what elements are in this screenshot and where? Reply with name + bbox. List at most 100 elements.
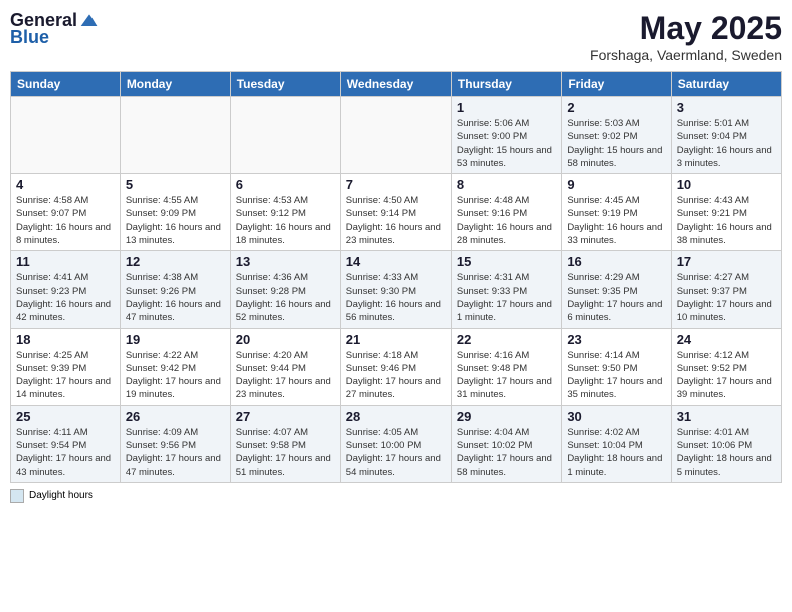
day-number: 8 — [457, 177, 556, 192]
day-number: 3 — [677, 100, 776, 115]
day-number: 2 — [567, 100, 665, 115]
day-number: 9 — [567, 177, 665, 192]
day-number: 10 — [677, 177, 776, 192]
calendar-cell: 14Sunrise: 4:33 AM Sunset: 9:30 PM Dayli… — [340, 251, 451, 328]
day-number: 6 — [236, 177, 335, 192]
day-info: Sunrise: 4:48 AM Sunset: 9:16 PM Dayligh… — [457, 194, 556, 247]
day-info: Sunrise: 4:07 AM Sunset: 9:58 PM Dayligh… — [236, 426, 335, 479]
day-info: Sunrise: 4:16 AM Sunset: 9:48 PM Dayligh… — [457, 349, 556, 402]
calendar-cell: 23 Sunrise: 4:14 AM Sunset: 9:50 PM Dayli… — [562, 328, 671, 405]
day-info: Sunrise: 4:55 AM Sunset: 9:09 PM Dayligh… — [126, 194, 225, 247]
calendar-cell: 10 Sunrise: 4:43 AM Sunset: 9:21 PM Dayli… — [671, 174, 781, 251]
col-header-thursday: Thursday — [451, 72, 561, 97]
day-number: 29 — [457, 409, 556, 424]
day-number: 31 — [677, 409, 776, 424]
calendar-cell — [120, 97, 230, 174]
day-number: 12 — [126, 254, 225, 269]
calendar: SundayMondayTuesdayWednesdayThursdayFrid… — [10, 71, 782, 483]
calendar-cell: 31Sunrise: 4:01 AM Sunset: 10:06 PM Dayl… — [671, 405, 781, 482]
subtitle: Forshaga, Vaermland, Sweden — [590, 47, 782, 63]
logo-blue-text: Blue — [10, 27, 99, 48]
calendar-cell: 2 Sunrise: 5:03 AM Sunset: 9:02 PM Daylig… — [562, 97, 671, 174]
day-info: Sunrise: 4:05 AM Sunset: 10:00 PM Daylig… — [346, 426, 446, 479]
day-info: Sunrise: 4:45 AM Sunset: 9:19 PM Dayligh… — [567, 194, 665, 247]
calendar-cell: 21 Sunrise: 4:18 AM Sunset: 9:46 PM Dayli… — [340, 328, 451, 405]
day-number: 5 — [126, 177, 225, 192]
day-info: Sunrise: 4:38 AM Sunset: 9:26 PM Dayligh… — [126, 271, 225, 324]
day-number: 25 — [16, 409, 115, 424]
calendar-cell: 29 Sunrise: 4:04 AM Sunset: 10:02 PM Dayl… — [451, 405, 561, 482]
calendar-cell: 12 Sunrise: 4:38 AM Sunset: 9:26 PM Dayli… — [120, 251, 230, 328]
col-header-saturday: Saturday — [671, 72, 781, 97]
calendar-cell: 11 Sunrise: 4:41 AM Sunset: 9:23 PM Dayli… — [11, 251, 121, 328]
calendar-cell: 7 Sunrise: 4:50 AM Sunset: 9:14 PM Daylig… — [340, 174, 451, 251]
main-title: May 2025 — [590, 10, 782, 47]
day-info: Sunrise: 4:27 AM Sunset: 9:37 PM Dayligh… — [677, 271, 776, 324]
day-info: Sunrise: 4:04 AM Sunset: 10:02 PM Daylig… — [457, 426, 556, 479]
calendar-cell: 17Sunrise: 4:27 AM Sunset: 9:37 PM Dayli… — [671, 251, 781, 328]
day-info: Sunrise: 4:29 AM Sunset: 9:35 PM Dayligh… — [567, 271, 665, 324]
legend-label: Daylight hours — [29, 490, 93, 501]
day-info: Sunrise: 4:12 AM Sunset: 9:52 PM Dayligh… — [677, 349, 776, 402]
day-number: 11 — [16, 254, 115, 269]
legend-color — [10, 489, 24, 503]
calendar-cell: 6 Sunrise: 4:53 AM Sunset: 9:12 PM Daylig… — [230, 174, 340, 251]
col-header-tuesday: Tuesday — [230, 72, 340, 97]
day-number: 13 — [236, 254, 335, 269]
calendar-cell: 22 Sunrise: 4:16 AM Sunset: 9:48 PM Dayli… — [451, 328, 561, 405]
day-number: 23 — [567, 332, 665, 347]
day-info: Sunrise: 4:31 AM Sunset: 9:33 PM Dayligh… — [457, 271, 556, 324]
day-info: Sunrise: 5:03 AM Sunset: 9:02 PM Dayligh… — [567, 117, 665, 170]
day-number: 20 — [236, 332, 335, 347]
calendar-cell: 30 Sunrise: 4:02 AM Sunset: 10:04 PM Dayl… — [562, 405, 671, 482]
day-number: 21 — [346, 332, 446, 347]
calendar-cell: 20 Sunrise: 4:20 AM Sunset: 9:44 PM Dayli… — [230, 328, 340, 405]
day-number: 7 — [346, 177, 446, 192]
day-info: Sunrise: 4:18 AM Sunset: 9:46 PM Dayligh… — [346, 349, 446, 402]
day-info: Sunrise: 4:50 AM Sunset: 9:14 PM Dayligh… — [346, 194, 446, 247]
day-number: 14 — [346, 254, 446, 269]
calendar-cell: 19Sunrise: 4:22 AM Sunset: 9:42 PM Dayli… — [120, 328, 230, 405]
day-number: 18 — [16, 332, 115, 347]
calendar-cell: 1Sunrise: 5:06 AM Sunset: 9:00 PM Daylig… — [451, 97, 561, 174]
day-number: 30 — [567, 409, 665, 424]
day-number: 16 — [567, 254, 665, 269]
day-number: 27 — [236, 409, 335, 424]
calendar-cell: 13Sunrise: 4:36 AM Sunset: 9:28 PM Dayli… — [230, 251, 340, 328]
calendar-cell: 18 Sunrise: 4:25 AM Sunset: 9:39 PM Dayli… — [11, 328, 121, 405]
day-info: Sunrise: 4:11 AM Sunset: 9:54 PM Dayligh… — [16, 426, 115, 479]
day-number: 1 — [457, 100, 556, 115]
calendar-cell — [230, 97, 340, 174]
calendar-cell: 15 Sunrise: 4:31 AM Sunset: 9:33 PM Dayli… — [451, 251, 561, 328]
calendar-cell: 27 Sunrise: 4:07 AM Sunset: 9:58 PM Dayli… — [230, 405, 340, 482]
day-number: 28 — [346, 409, 446, 424]
day-info: Sunrise: 5:01 AM Sunset: 9:04 PM Dayligh… — [677, 117, 776, 170]
col-header-wednesday: Wednesday — [340, 72, 451, 97]
calendar-cell: 25 Sunrise: 4:11 AM Sunset: 9:54 PM Dayli… — [11, 405, 121, 482]
calendar-cell: 24 Sunrise: 4:12 AM Sunset: 9:52 PM Dayli… — [671, 328, 781, 405]
day-info: Sunrise: 4:14 AM Sunset: 9:50 PM Dayligh… — [567, 349, 665, 402]
day-info: Sunrise: 4:22 AM Sunset: 9:42 PM Dayligh… — [126, 349, 225, 402]
col-header-friday: Friday — [562, 72, 671, 97]
day-number: 15 — [457, 254, 556, 269]
day-info: Sunrise: 4:09 AM Sunset: 9:56 PM Dayligh… — [126, 426, 225, 479]
calendar-cell — [340, 97, 451, 174]
calendar-cell — [11, 97, 121, 174]
day-info: Sunrise: 4:43 AM Sunset: 9:21 PM Dayligh… — [677, 194, 776, 247]
day-info: Sunrise: 4:20 AM Sunset: 9:44 PM Dayligh… — [236, 349, 335, 402]
title-area: May 2025 Forshaga, Vaermland, Sweden — [590, 10, 782, 63]
day-number: 24 — [677, 332, 776, 347]
legend: Daylight hours — [10, 489, 782, 503]
calendar-cell: 3 Sunrise: 5:01 AM Sunset: 9:04 PM Daylig… — [671, 97, 781, 174]
day-info: Sunrise: 4:41 AM Sunset: 9:23 PM Dayligh… — [16, 271, 115, 324]
day-info: Sunrise: 4:25 AM Sunset: 9:39 PM Dayligh… — [16, 349, 115, 402]
day-info: Sunrise: 4:02 AM Sunset: 10:04 PM Daylig… — [567, 426, 665, 479]
day-info: Sunrise: 4:58 AM Sunset: 9:07 PM Dayligh… — [16, 194, 115, 247]
day-number: 26 — [126, 409, 225, 424]
calendar-cell: 26 Sunrise: 4:09 AM Sunset: 9:56 PM Dayli… — [120, 405, 230, 482]
day-number: 22 — [457, 332, 556, 347]
calendar-cell: 9 Sunrise: 4:45 AM Sunset: 9:19 PM Daylig… — [562, 174, 671, 251]
day-info: Sunrise: 4:53 AM Sunset: 9:12 PM Dayligh… — [236, 194, 335, 247]
calendar-cell: 16 Sunrise: 4:29 AM Sunset: 9:35 PM Dayli… — [562, 251, 671, 328]
calendar-cell: 5 Sunrise: 4:55 AM Sunset: 9:09 PM Daylig… — [120, 174, 230, 251]
